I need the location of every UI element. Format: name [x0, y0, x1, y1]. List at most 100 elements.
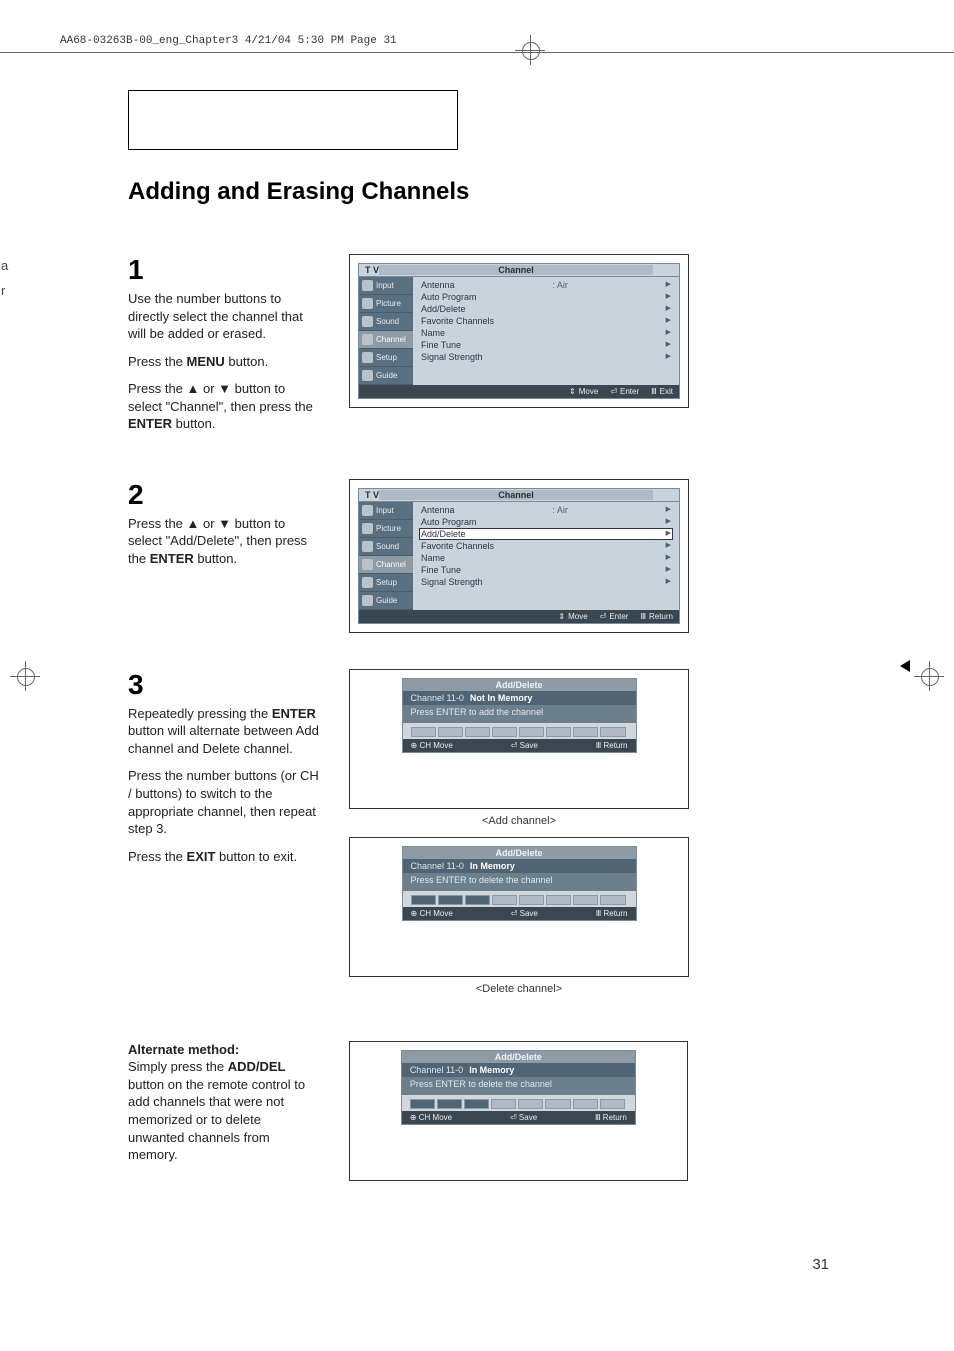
chevron-right-icon: ▶	[666, 577, 671, 587]
chevron-right-icon: ▶	[666, 316, 671, 326]
tab-sound: Sound	[359, 538, 413, 556]
picture-icon	[362, 523, 373, 534]
footer-enter: ⏎Enter	[600, 612, 629, 621]
sub-row-msg: Press ENTER to delete the channel	[402, 1077, 635, 1095]
chevron-right-icon: ▶	[666, 328, 671, 338]
picture-icon	[362, 298, 373, 309]
step-1-text-a: Use the number buttons to directly selec…	[128, 290, 321, 343]
footer-move: ⇕Move	[569, 387, 598, 396]
chevron-right-icon: ▶	[666, 352, 671, 362]
marker-triangle-icon	[900, 660, 910, 672]
sub-title: Add/Delete	[403, 679, 636, 691]
footer-chmove: ⊕ CH Move	[411, 741, 453, 750]
tab-input: Input	[359, 502, 413, 520]
add-caption: <Add channel>	[349, 815, 689, 827]
tab-guide: Guide	[359, 367, 413, 385]
exit-icon: Ⅲ	[651, 387, 657, 396]
guide-icon	[362, 370, 373, 381]
updown-icon: ⇕	[558, 612, 565, 621]
save-icon: ⏎	[510, 1113, 517, 1122]
chevron-right-icon: ▶	[666, 565, 671, 575]
chevron-right-icon: ▶	[666, 292, 671, 302]
margin-letters: a r	[1, 258, 8, 308]
alt-screenshot: Add/Delete Channel 11-0In Memory Press E…	[349, 1041, 688, 1181]
setup-icon	[362, 352, 373, 363]
menu-item-signal: Signal Strength▶	[419, 351, 673, 363]
updown-icon: ⇕	[569, 387, 576, 396]
channel-icon	[362, 559, 373, 570]
input-icon	[362, 280, 373, 291]
menu-item-fine: Fine Tune▶	[419, 339, 673, 351]
chapter-box	[128, 90, 458, 150]
tab-setup: Setup	[359, 349, 413, 367]
return-icon: Ⅲ	[640, 612, 646, 621]
step-1-text-b: Press the MENU button.	[128, 353, 321, 371]
crop-mark-left	[10, 661, 40, 691]
tab-sound: Sound	[359, 313, 413, 331]
tab-channel: Channel	[359, 556, 413, 574]
footer-return: Ⅲ Return	[596, 909, 628, 918]
step-3-number: 3	[128, 669, 321, 701]
sub-row-msg: Press ENTER to add the channel	[403, 705, 636, 723]
tab-channel: Channel	[359, 331, 413, 349]
footer-save: ⏎ Save	[510, 1113, 537, 1122]
step-1-number: 1	[128, 254, 321, 286]
step-3-text-b: Press the number buttons (or CH / button…	[128, 767, 321, 837]
chevron-right-icon: ▶	[666, 280, 671, 290]
chevron-right-icon: ▶	[666, 304, 671, 314]
menu-tv-label: T V	[365, 265, 379, 275]
menu-tv-label: T V	[365, 490, 379, 500]
step-3-text-a: Repeatedly pressing the ENTER button wil…	[128, 705, 321, 758]
menu-item-fav: Favorite Channels▶	[419, 540, 673, 552]
margin-letter-r: r	[1, 283, 8, 298]
menu-heading: Channel	[379, 265, 653, 275]
menu-item-fav: Favorite Channels▶	[419, 315, 673, 327]
step-2-screenshot: T V Channel Input Picture Sound Channel …	[349, 479, 689, 633]
enter-icon: ⏎	[610, 387, 617, 396]
menu-item-name: Name▶	[419, 552, 673, 564]
guide-icon	[362, 595, 373, 606]
chevron-right-icon: ▶	[666, 553, 671, 563]
footer-move: ⇕Move	[558, 612, 587, 621]
channel-icon	[362, 334, 373, 345]
chevron-right-icon: ▶	[666, 529, 671, 539]
menu-item-antenna: Antenna: Air▶	[419, 504, 673, 516]
chevron-right-icon: ▶	[666, 505, 671, 515]
crop-mark-top	[515, 35, 545, 65]
page-number: 31	[812, 1256, 829, 1273]
sub-title: Add/Delete	[403, 847, 636, 859]
chmove-icon: ⊕	[411, 741, 418, 750]
page-title: Adding and Erasing Channels	[128, 178, 828, 206]
sub-row-msg: Press ENTER to delete the channel	[403, 873, 636, 891]
footer-chmove: ⊕ CH Move	[411, 909, 453, 918]
step-1-text-c: Press the ▲ or ▼ button to select "Chann…	[128, 380, 321, 433]
menu-item-auto: Auto Program▶	[419, 516, 673, 528]
menu-item-signal: Signal Strength▶	[419, 576, 673, 588]
sub-row-channel: Channel 11-0Not In Memory	[403, 691, 636, 705]
sound-icon	[362, 541, 373, 552]
footer-chmove: ⊕ CH Move	[410, 1113, 452, 1122]
menu-item-add-highlighted: Add/Delete▶	[419, 528, 673, 540]
step-3-text-c: Press the EXIT button to exit.	[128, 848, 321, 866]
footer-enter: ⏎Enter	[610, 387, 639, 396]
footer-return: ⅢReturn	[640, 612, 673, 621]
save-icon: ⏎	[511, 741, 518, 750]
return-icon: Ⅲ	[596, 909, 602, 918]
step-3-delete-screenshot: Add/Delete Channel 11-0In Memory Press E…	[349, 837, 689, 977]
alt-method-text: Alternate method:Simply press the ADD/DE…	[128, 1041, 321, 1164]
step-1-screenshot: T V Channel Input Picture Sound Channel …	[349, 254, 689, 408]
menu-item-fine: Fine Tune▶	[419, 564, 673, 576]
menu-item-add: Add/Delete▶	[419, 303, 673, 315]
progress-bar	[410, 1099, 627, 1109]
tab-picture: Picture	[359, 295, 413, 313]
enter-icon: ⏎	[600, 612, 607, 621]
file-header: AA68-03263B-00_eng_Chapter3 4/21/04 5:30…	[60, 35, 397, 47]
footer-exit: ⅢExit	[651, 387, 673, 396]
chmove-icon: ⊕	[410, 1113, 417, 1122]
menu-item-name: Name▶	[419, 327, 673, 339]
chevron-right-icon: ▶	[666, 541, 671, 551]
input-icon	[362, 505, 373, 516]
chevron-right-icon: ▶	[666, 517, 671, 527]
chmove-icon: ⊕	[411, 909, 418, 918]
footer-return: Ⅲ Return	[596, 741, 628, 750]
